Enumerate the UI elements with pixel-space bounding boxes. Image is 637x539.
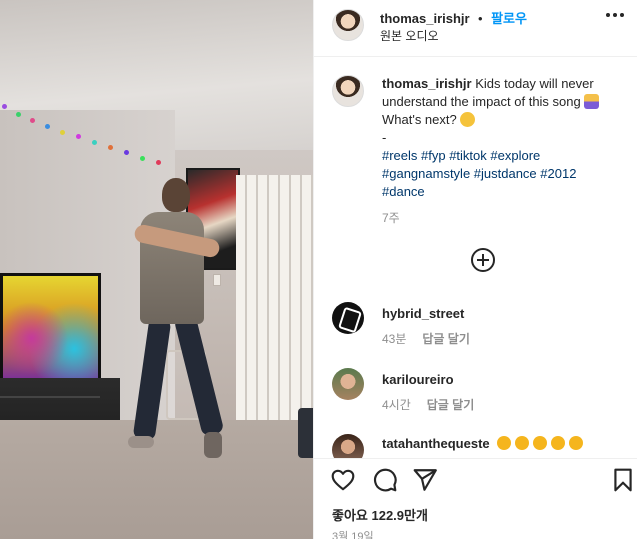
string-lights [0, 100, 180, 180]
comment-username[interactable]: hybrid_street [382, 306, 464, 321]
wall-outlet [213, 274, 221, 286]
hashtag-list[interactable]: #reels #fyp #tiktok #explore #gangnamsty… [382, 148, 576, 199]
post-header: thomas_irishjr • 팔로우 원본 오디오 [314, 0, 637, 57]
likes-count[interactable]: 좋아요 122.9만개 [332, 505, 428, 524]
dancer-head [162, 178, 190, 212]
more-horizontal-icon[interactable] [606, 13, 624, 19]
header-user-row: thomas_irishjr • 팔로우 [380, 8, 527, 28]
comment-item: kariloureiro 4시간 답글 달기 [314, 368, 637, 428]
avatar[interactable] [332, 75, 364, 107]
comment-bubble-icon[interactable] [372, 467, 398, 493]
action-bar: 좋아요 122.9만개 3월 19일 [314, 458, 637, 539]
carpet [0, 420, 313, 539]
caption-username[interactable]: thomas_irishjr [382, 76, 472, 91]
separator-dot: • [478, 11, 483, 26]
comment-time[interactable]: 4시간 [382, 396, 411, 413]
caption-dash: - [382, 130, 387, 145]
chair [298, 408, 313, 458]
reel-video[interactable] [0, 0, 313, 539]
dancer-shoe [204, 432, 222, 458]
clapping-emoji-icon [497, 436, 587, 451]
post-sidebar: thomas_irishjr • 팔로우 원본 오디오 thomas_irish… [313, 0, 637, 539]
comment-time[interactable]: 43분 [382, 330, 406, 347]
comment-username[interactable]: tatahanthequeste [382, 436, 490, 451]
bookmark-icon[interactable] [610, 467, 636, 493]
avatar[interactable] [332, 434, 364, 458]
avatar[interactable] [332, 9, 364, 41]
comment-user-row: tatahanthequeste [382, 436, 587, 451]
comment-meta: 4시간 답글 달기 [382, 396, 474, 413]
television [0, 273, 101, 383]
follow-button[interactable]: 팔로우 [491, 11, 527, 26]
plus-circle-icon[interactable] [471, 248, 495, 272]
paper-plane-icon[interactable] [412, 467, 438, 493]
post-age[interactable]: 7주 [382, 209, 622, 227]
reply-button[interactable]: 답글 달기 [427, 396, 475, 413]
post-date[interactable]: 3월 19일 [332, 528, 374, 539]
comment-item: tatahanthequeste [314, 434, 637, 458]
heart-icon[interactable] [330, 467, 356, 493]
comment-username[interactable]: kariloureiro [382, 372, 454, 387]
comment-meta: 43분 답글 달기 [382, 330, 470, 347]
reply-button[interactable]: 답글 달기 [422, 330, 470, 347]
comment-item: hybrid_street 43분 답글 달기 [314, 302, 637, 362]
caption-text: thomas_irishjr Kids today will never und… [382, 75, 622, 227]
audio-link[interactable]: 원본 오디오 [380, 27, 439, 44]
dancer-shoe [128, 436, 154, 448]
tv-screen [3, 276, 98, 380]
caption-line-2: What's next? [382, 112, 457, 127]
window-blinds [236, 175, 313, 435]
author-username[interactable]: thomas_irishjr [380, 11, 470, 26]
thinking-emoji-icon [460, 112, 476, 127]
avatar[interactable] [332, 368, 364, 400]
avatar[interactable] [332, 302, 364, 334]
people-emoji-icon [584, 94, 600, 109]
